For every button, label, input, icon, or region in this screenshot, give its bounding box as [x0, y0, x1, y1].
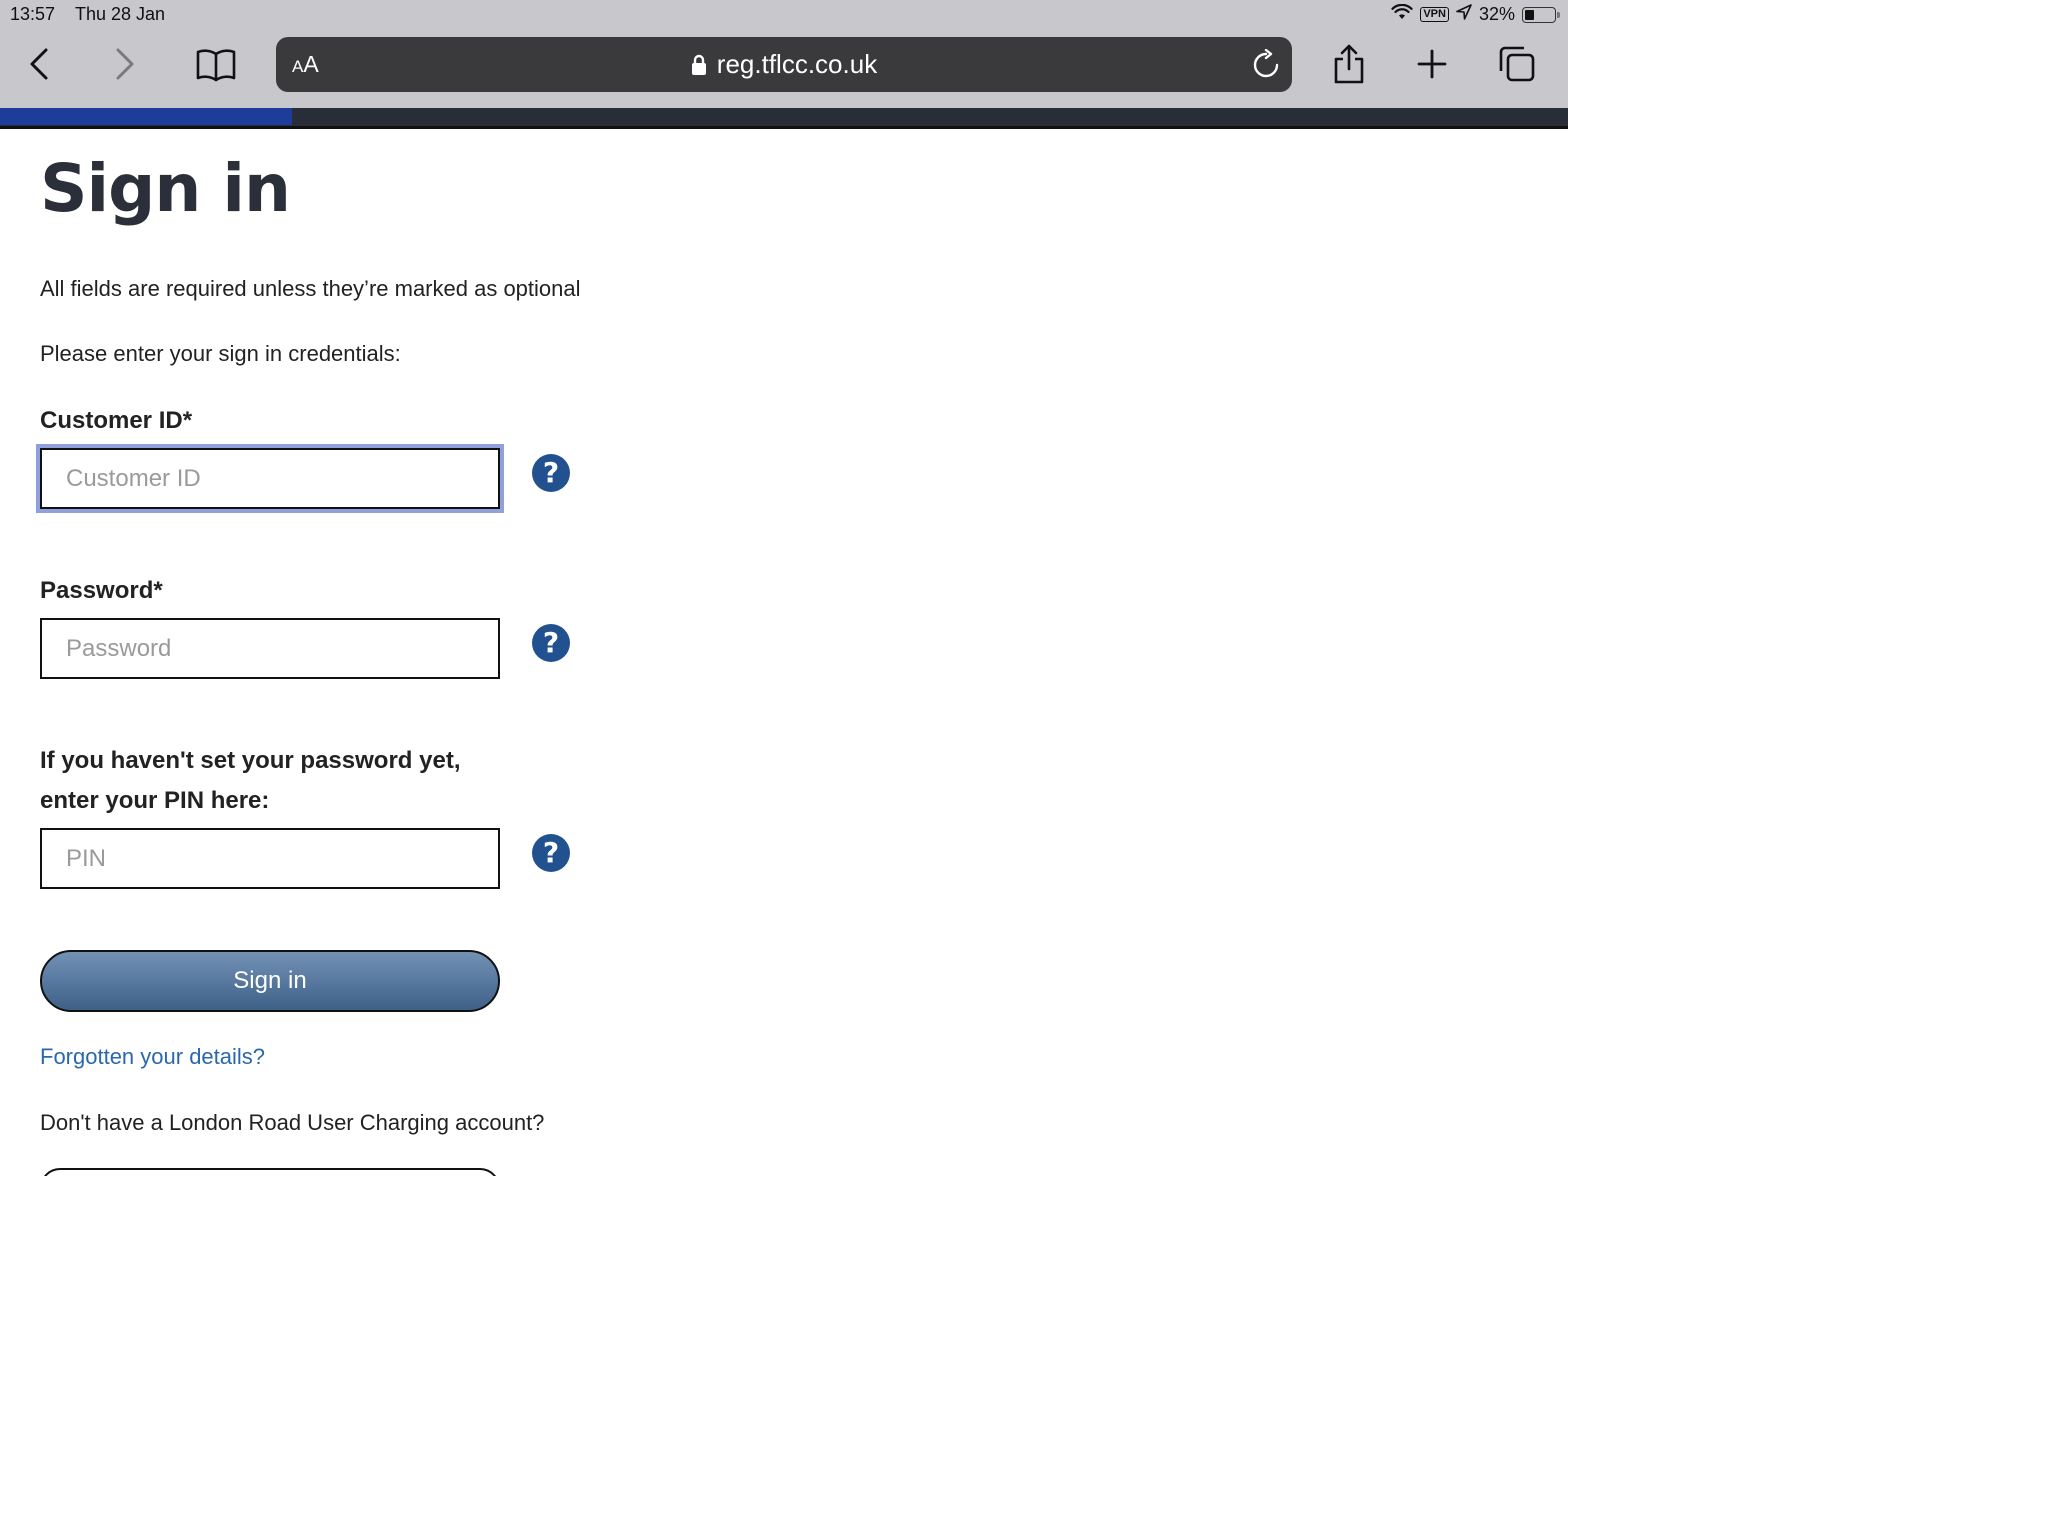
back-icon — [30, 48, 48, 80]
location-arrow-icon — [1456, 4, 1472, 25]
new-tab-icon — [1417, 49, 1447, 79]
forward-button[interactable] — [100, 40, 148, 88]
pin-help-icon[interactable]: ? — [532, 834, 570, 872]
status-date: Thu 28 Jan — [75, 4, 166, 24]
pin-input[interactable] — [40, 828, 500, 889]
battery-percent: 32% — [1478, 4, 1515, 24]
instructions: Please enter your sign in credentials: — [40, 341, 401, 366]
back-button[interactable] — [16, 40, 64, 88]
browser-chrome: 13:57 Thu 28 Jan VPN 32% AA reg.tflcc.co… — [0, 0, 1568, 108]
bookmarks-icon — [196, 49, 236, 82]
password-help-icon[interactable]: ? — [532, 624, 570, 662]
site-header — [0, 108, 1568, 129]
password-input[interactable] — [40, 618, 500, 679]
share-button[interactable] — [1325, 40, 1373, 88]
screen: 13:57 Thu 28 Jan VPN 32% AA reg.tflcc.co… — [0, 0, 1568, 1176]
no-account-text: Don't have a London Road User Charging a… — [40, 1110, 545, 1135]
battery-fill — [1525, 9, 1534, 20]
forward-icon — [116, 48, 134, 80]
lock-icon — [691, 54, 706, 75]
url-text: reg.tflcc.co.uk — [716, 49, 878, 79]
status-time: 13:57 — [10, 4, 56, 24]
page-title: Sign in — [40, 150, 291, 227]
tabs-button[interactable] — [1493, 40, 1541, 88]
pin-label-line1: If you haven't set your password yet, — [40, 747, 461, 774]
forgotten-details-link[interactable]: Forgotten your details? — [40, 1044, 265, 1070]
address-bar[interactable]: AA reg.tflcc.co.uk — [276, 37, 1292, 92]
password-label: Password* — [40, 577, 163, 604]
customer-id-help-icon[interactable]: ? — [532, 454, 570, 492]
status-bar: 13:57 Thu 28 Jan VPN 32% — [0, 0, 1568, 30]
battery-tip — [1557, 11, 1560, 18]
pin-label-line2: enter your PIN here: — [40, 787, 270, 814]
sign-in-button[interactable]: Sign in — [40, 950, 500, 1012]
customer-id-label: Customer ID* — [40, 407, 193, 434]
share-icon — [1334, 44, 1364, 84]
required-note: All fields are required unless they’re m… — [40, 276, 581, 301]
wifi-icon — [1391, 3, 1413, 25]
customer-id-input[interactable] — [40, 448, 500, 509]
vpn-badge: VPN — [1420, 7, 1449, 22]
bookmarks-button[interactable] — [192, 40, 240, 88]
status-indicators: VPN 32% — [1391, 3, 1560, 25]
reload-icon[interactable] — [1250, 49, 1282, 81]
tabs-icon — [1499, 46, 1535, 82]
url-display: reg.tflcc.co.uk — [276, 49, 1292, 80]
create-account-button[interactable] — [40, 1168, 500, 1176]
site-header-accent — [0, 108, 292, 125]
new-tab-button[interactable] — [1408, 40, 1456, 88]
battery-icon — [1522, 6, 1560, 23]
